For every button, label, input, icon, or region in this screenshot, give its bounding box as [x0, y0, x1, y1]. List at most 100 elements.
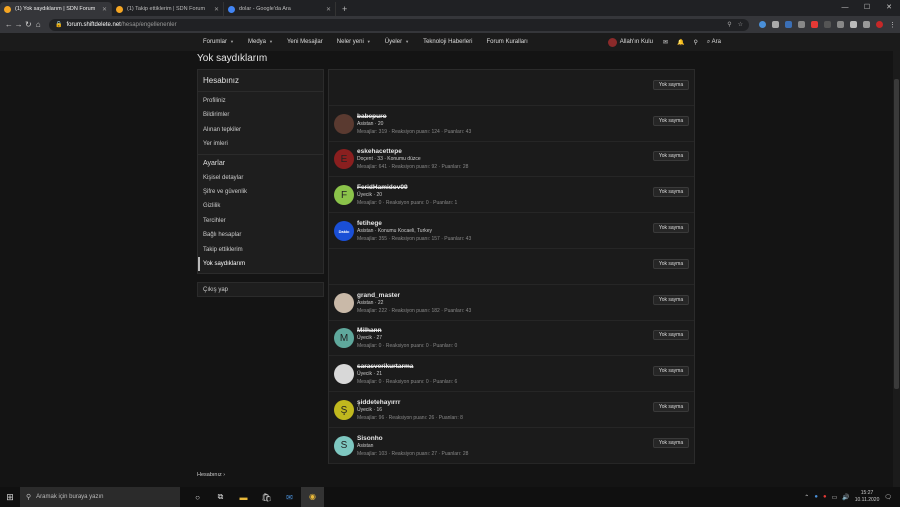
username-link[interactable]: eskehacettepe [357, 148, 402, 155]
scrollbar[interactable] [893, 51, 900, 487]
close-window-icon[interactable]: ✕ [878, 0, 900, 14]
nav-item[interactable]: Yeni Mesajlar [287, 39, 323, 45]
user-avatar[interactable]: Dakkı [334, 221, 354, 242]
unignore-button[interactable]: Yok sayma [653, 402, 689, 413]
maximize-icon[interactable]: ☐ [856, 0, 878, 14]
windows-start-icon[interactable]: ⊞ [0, 492, 20, 503]
lock-icon[interactable]: 🔒 [55, 21, 62, 28]
new-tab-icon[interactable]: + [342, 2, 347, 16]
cortana-icon[interactable]: ○ [186, 493, 209, 502]
tray-app-icon[interactable]: ● [814, 494, 818, 500]
username-link[interactable]: fetihege [357, 220, 382, 227]
sidebar-link[interactable]: Tercihler [198, 214, 323, 228]
nav-item[interactable]: Forum Kuralları [486, 39, 527, 45]
user-avatar[interactable] [334, 113, 354, 134]
bookmark-icon[interactable]: ⚲ [693, 39, 697, 46]
username-link[interactable]: Sisonho [357, 435, 383, 442]
volume-icon[interactable]: 🔊 [842, 494, 849, 501]
menu-dots-icon[interactable]: ⋮ [889, 21, 896, 29]
nav-item[interactable]: Medya ▼ [248, 39, 273, 45]
sidebar-link[interactable]: Gizlilik [198, 199, 323, 213]
browser-tab[interactable]: (1) Takip ettiklerim | SDN Forum ✕ [112, 2, 224, 16]
address-bar[interactable]: 🔒 forum.shiftdelete.net/hesap/engellenen… [49, 18, 749, 31]
extension-icon[interactable] [850, 21, 857, 28]
profile-avatar[interactable] [876, 21, 883, 28]
network-icon[interactable]: ▭ [832, 494, 838, 501]
alerts-icon[interactable]: 🔔 [677, 39, 684, 46]
username-link[interactable]: Milhann [357, 327, 382, 334]
task-view-icon[interactable]: ⧉ [209, 492, 232, 502]
search-nav-button[interactable]: ⌕ Ara [707, 39, 721, 46]
reload-icon[interactable]: ↻ [24, 20, 34, 29]
user-avatar[interactable]: F [334, 185, 354, 206]
sidebar-link[interactable]: Yok saydıklarım [198, 256, 323, 272]
extension-icon[interactable] [811, 21, 818, 28]
unignore-button[interactable]: Yok sayma [653, 223, 689, 234]
close-tab-icon[interactable]: ✕ [102, 6, 107, 13]
user-avatar[interactable]: Ş [334, 400, 354, 421]
unignore-button[interactable]: Yok sayma [653, 437, 689, 448]
store-icon[interactable]: 🛍 [255, 493, 278, 502]
nav-item[interactable]: Teknoloji Haberleri [423, 39, 472, 45]
taskbar-search[interactable]: ⚲ Aramak için buraya yazın [20, 487, 180, 507]
clock[interactable]: 15:27 10.11.2020 [855, 490, 880, 504]
user-menu[interactable]: Allah'ın Kulu [607, 37, 653, 47]
user-avatar[interactable]: S [334, 435, 354, 456]
forward-icon[interactable]: → [14, 20, 24, 29]
mail-icon[interactable]: ✉ [278, 493, 301, 502]
unignore-button[interactable]: Yok sayma [653, 294, 689, 305]
back-icon[interactable]: ← [4, 20, 14, 29]
unignore-button[interactable]: Yok sayma [653, 330, 689, 341]
username-link[interactable]: FeridHamidov09 [357, 184, 408, 191]
sidebar-link[interactable]: Yer imleri [198, 137, 323, 151]
extension-icon[interactable] [837, 21, 844, 28]
extension-icon[interactable] [798, 21, 805, 28]
extension-icon[interactable] [772, 21, 779, 28]
breadcrumb[interactable]: Hesabınız › [197, 472, 225, 478]
unignore-button[interactable]: Yok sayma [653, 366, 689, 377]
logout-link[interactable]: Çıkış yap [197, 282, 324, 298]
tray-app-icon[interactable]: ● [823, 494, 827, 500]
sidebar-link[interactable]: Şifre ve güvenlik [198, 185, 323, 199]
nav-item[interactable]: Neler yeni ▼ [337, 39, 371, 45]
user-avatar[interactable] [334, 364, 354, 385]
chrome-icon[interactable]: ◉ [301, 487, 324, 507]
user-avatar[interactable] [334, 292, 354, 313]
bookmark-star-icon[interactable]: ☆ [738, 21, 743, 28]
username-link[interactable]: şiddetehayırrr [357, 399, 400, 406]
sidebar-link[interactable]: Bildirimler [198, 108, 323, 122]
zoom-icon[interactable]: ⚲ [727, 21, 731, 28]
nav-item[interactable]: Forumlar ▼ [203, 39, 234, 45]
home-icon[interactable]: ⌂ [33, 20, 43, 29]
unignore-button[interactable]: Yok sayma [653, 187, 689, 198]
username-link[interactable]: grand_master [357, 292, 400, 299]
sidebar-link[interactable]: Takip ettiklerim [198, 243, 323, 257]
extension-icon[interactable] [759, 21, 766, 28]
unignore-button[interactable]: Yok sayma [653, 79, 689, 90]
username-link[interactable]: saracverikurtarma [357, 363, 413, 370]
close-tab-icon[interactable]: ✕ [214, 6, 219, 13]
sidebar-link[interactable]: Profiliniz [198, 94, 323, 108]
notifications-icon[interactable]: 🗨 [884, 494, 892, 501]
unignore-button[interactable]: Yok sayma [653, 115, 689, 126]
minimize-icon[interactable]: — [834, 0, 856, 14]
sidebar-link[interactable]: Alınan tepkiler [198, 123, 323, 137]
user-avatar[interactable]: E [334, 149, 354, 170]
scrollbar-thumb[interactable] [894, 79, 899, 389]
close-tab-icon[interactable]: ✕ [326, 6, 331, 13]
user-avatar[interactable]: M [334, 328, 354, 349]
sidebar-link[interactable]: Bağlı hesaplar [198, 228, 323, 242]
unignore-button[interactable]: Yok sayma [653, 258, 689, 269]
nav-item[interactable]: Üyeler ▼ [385, 39, 409, 45]
sidebar-link[interactable]: Kişisel detaylar [198, 171, 323, 185]
unignore-button[interactable]: Yok sayma [653, 151, 689, 162]
puzzle-icon[interactable] [863, 21, 870, 28]
browser-tab[interactable]: dolar - Google'da Ara ✕ [224, 2, 336, 16]
browser-tab[interactable]: (1) Yok saydıklarım | SDN Forum ✕ [0, 2, 112, 16]
inbox-icon[interactable]: ✉ [663, 39, 668, 46]
extension-icon[interactable] [785, 21, 792, 28]
extension-icon[interactable] [824, 21, 831, 28]
file-explorer-icon[interactable]: ▬ [232, 493, 255, 502]
chevron-up-icon[interactable]: ⌃ [804, 494, 809, 501]
username-link[interactable]: babepuro [357, 113, 387, 120]
